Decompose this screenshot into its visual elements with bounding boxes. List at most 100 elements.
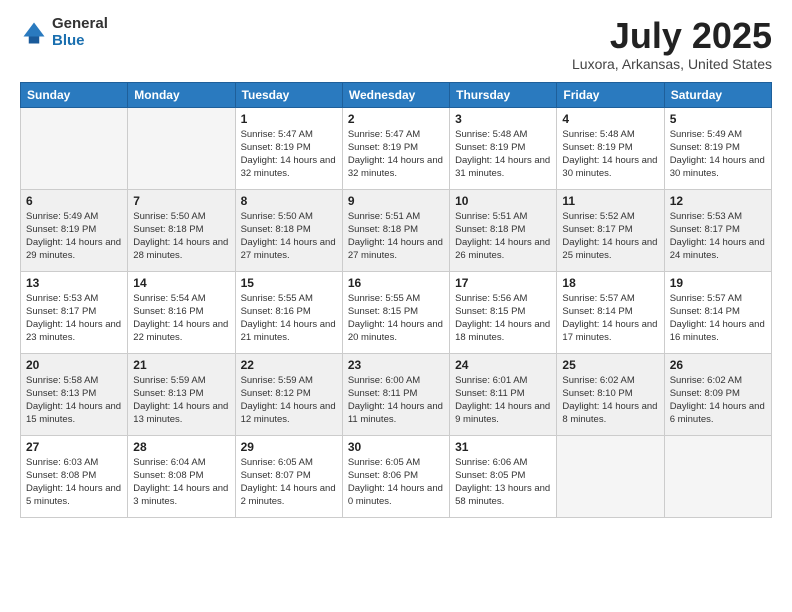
day-info: Sunrise: 6:06 AM Sunset: 8:05 PM Dayligh… [455, 456, 551, 509]
table-row: 10 Sunrise: 5:51 AM Sunset: 8:18 PM Dayli… [450, 189, 557, 271]
table-row: 1Sunrise: 5:47 AM Sunset: 8:19 PM Daylig… [235, 107, 342, 189]
day-info: Sunrise: 5:53 AM Sunset: 8:17 PM Dayligh… [670, 210, 766, 263]
table-row: 16Sunrise: 5:55 AM Sunset: 8:15 PM Dayli… [342, 271, 449, 353]
day-info: Sunrise: 5:52 AM Sunset: 8:17 PM Dayligh… [562, 210, 658, 263]
day-info: Sunrise: 6:02 AM Sunset: 8:10 PM Dayligh… [562, 374, 658, 427]
day-info: Sunrise: 5:59 AM Sunset: 8:12 PM Dayligh… [241, 374, 337, 427]
day-number: 7 [133, 194, 229, 208]
day-number: 12 [670, 194, 766, 208]
col-friday: Friday [557, 82, 664, 107]
col-tuesday: Tuesday [235, 82, 342, 107]
table-row: 17 Sunrise: 5:56 AM Sunset: 8:15 PM Dayli… [450, 271, 557, 353]
table-row: 26 Sunrise: 6:02 AM Sunset: 8:09 PM Dayli… [664, 353, 771, 435]
day-info: Sunrise: 5:58 AM Sunset: 8:13 PM Dayligh… [26, 374, 122, 427]
day-info: Sunrise: 5:53 AM Sunset: 8:17 PM Dayligh… [26, 292, 122, 345]
table-row: 8Sunrise: 5:50 AM Sunset: 8:18 PM Daylig… [235, 189, 342, 271]
calendar-header-row: Sunday Monday Tuesday Wednesday Thursday… [21, 82, 772, 107]
calendar-week-row: 1 Sunrise: 5:47 AM Sunset: 8:19 PM Daylig… [21, 107, 772, 189]
table-row: 11 Sunrise: 5:52 AM Sunset: 8:17 PM Dayli… [557, 189, 664, 271]
day-number: 9 [348, 194, 444, 208]
table-row: 30Sunrise: 6:05 AM Sunset: 8:06 PM Dayli… [342, 435, 449, 517]
day-info: Sunrise: 5:48 AM Sunset: 8:19 PM Dayligh… [455, 128, 551, 181]
table-row: 23Sunrise: 6:00 AM Sunset: 8:11 PM Dayli… [342, 353, 449, 435]
calendar-week-row: 13 Sunrise: 5:53 AM Sunset: 8:17 PM Dayli… [21, 271, 772, 353]
table-row: 14 Sunrise: 5:54 AM Sunset: 8:16 PM Dayli… [128, 271, 235, 353]
calendar-week-row: 6 Sunrise: 5:49 AM Sunset: 8:19 PM Daylig… [21, 189, 772, 271]
day-info: Sunrise: 6:05 AM Sunset: 8:06 PM Dayligh… [348, 456, 444, 509]
day-info: Sunrise: 5:57 AM Sunset: 8:14 PM Dayligh… [562, 292, 658, 345]
day-number: 13 [26, 276, 122, 290]
page: General Blue July 2025 Luxora, Arkansas,… [0, 0, 792, 612]
table-row: 19 Sunrise: 5:57 AM Sunset: 8:14 PM Dayli… [664, 271, 771, 353]
day-number: 26 [670, 358, 766, 372]
day-number: 22 [241, 358, 337, 372]
day-info: Sunrise: 6:05 AM Sunset: 8:07 PM Dayligh… [241, 456, 337, 509]
day-info: Sunrise: 5:47 AM Sunset: 8:19 PM Dayligh… [348, 128, 444, 181]
calendar-table: Sunday Monday Tuesday Wednesday Thursday… [20, 82, 772, 518]
day-info: Sunrise: 6:01 AM Sunset: 8:11 PM Dayligh… [455, 374, 551, 427]
day-info: Sunrise: 5:50 AM Sunset: 8:18 PM Dayligh… [133, 210, 229, 263]
day-number: 14 [133, 276, 229, 290]
day-info: Sunrise: 6:04 AM Sunset: 8:08 PM Dayligh… [133, 456, 229, 509]
day-number: 28 [133, 440, 229, 454]
location: Luxora, Arkansas, United States [572, 56, 772, 72]
logo-blue: Blue [52, 32, 85, 49]
table-row [557, 435, 664, 517]
day-number: 20 [26, 358, 122, 372]
day-number: 15 [241, 276, 337, 290]
day-info: Sunrise: 5:51 AM Sunset: 8:18 PM Dayligh… [348, 210, 444, 263]
logo-text: General Blue [52, 16, 108, 49]
day-number: 27 [26, 440, 122, 454]
table-row [128, 107, 235, 189]
day-info: Sunrise: 5:54 AM Sunset: 8:16 PM Dayligh… [133, 292, 229, 345]
header: General Blue July 2025 Luxora, Arkansas,… [20, 16, 772, 72]
day-number: 29 [241, 440, 337, 454]
day-info: Sunrise: 5:57 AM Sunset: 8:14 PM Dayligh… [670, 292, 766, 345]
day-info: Sunrise: 5:56 AM Sunset: 8:15 PM Dayligh… [455, 292, 551, 345]
table-row: 6 Sunrise: 5:49 AM Sunset: 8:19 PM Daylig… [21, 189, 128, 271]
day-number: 8 [241, 194, 337, 208]
day-info: Sunrise: 5:48 AM Sunset: 8:19 PM Dayligh… [562, 128, 658, 181]
day-info: Sunrise: 5:49 AM Sunset: 8:19 PM Dayligh… [26, 210, 122, 263]
day-info: Sunrise: 5:49 AM Sunset: 8:19 PM Dayligh… [670, 128, 766, 181]
logo: General Blue [20, 16, 108, 49]
table-row: 15 Sunrise: 5:55 AM Sunset: 8:16 PM Dayli… [235, 271, 342, 353]
day-number: 1 [241, 112, 337, 126]
logo-general: General [52, 15, 108, 32]
day-info: Sunrise: 6:03 AM Sunset: 8:08 PM Dayligh… [26, 456, 122, 509]
col-sunday: Sunday [21, 82, 128, 107]
table-row: 29 Sunrise: 6:05 AM Sunset: 8:07 PM Dayli… [235, 435, 342, 517]
day-number: 2 [348, 112, 444, 126]
table-row: 20 Sunrise: 5:58 AM Sunset: 8:13 PM Dayli… [21, 353, 128, 435]
day-info: Sunrise: 6:00 AM Sunset: 8:11 PM Dayligh… [348, 374, 444, 427]
day-info: Sunrise: 5:59 AM Sunset: 8:13 PM Dayligh… [133, 374, 229, 427]
logo-icon [20, 19, 48, 47]
day-info: Sunrise: 5:51 AM Sunset: 8:18 PM Dayligh… [455, 210, 551, 263]
day-number: 25 [562, 358, 658, 372]
table-row: 4Sunrise: 5:48 AM Sunset: 8:19 PM Daylig… [557, 107, 664, 189]
table-row: 9 Sunrise: 5:51 AM Sunset: 8:18 PM Daylig… [342, 189, 449, 271]
col-monday: Monday [128, 82, 235, 107]
calendar-week-row: 20 Sunrise: 5:58 AM Sunset: 8:13 PM Dayli… [21, 353, 772, 435]
day-number: 10 [455, 194, 551, 208]
month-title: July 2025 [572, 16, 772, 56]
day-info: Sunrise: 6:02 AM Sunset: 8:09 PM Dayligh… [670, 374, 766, 427]
table-row: 22 Sunrise: 5:59 AM Sunset: 8:12 PM Dayli… [235, 353, 342, 435]
table-row: 7 Sunrise: 5:50 AM Sunset: 8:18 PM Daylig… [128, 189, 235, 271]
table-row [664, 435, 771, 517]
table-row: 25 Sunrise: 6:02 AM Sunset: 8:10 PM Dayli… [557, 353, 664, 435]
table-row: 21Sunrise: 5:59 AM Sunset: 8:13 PM Dayli… [128, 353, 235, 435]
day-info: Sunrise: 5:55 AM Sunset: 8:16 PM Dayligh… [241, 292, 337, 345]
table-row: 24Sunrise: 6:01 AM Sunset: 8:11 PM Dayli… [450, 353, 557, 435]
day-number: 19 [670, 276, 766, 290]
col-wednesday: Wednesday [342, 82, 449, 107]
day-number: 5 [670, 112, 766, 126]
table-row: 3Sunrise: 5:48 AM Sunset: 8:19 PM Daylig… [450, 107, 557, 189]
day-number: 17 [455, 276, 551, 290]
day-number: 6 [26, 194, 122, 208]
table-row: 12 Sunrise: 5:53 AM Sunset: 8:17 PM Dayli… [664, 189, 771, 271]
col-thursday: Thursday [450, 82, 557, 107]
table-row: 2 Sunrise: 5:47 AM Sunset: 8:19 PM Daylig… [342, 107, 449, 189]
day-number: 11 [562, 194, 658, 208]
table-row: 27 Sunrise: 6:03 AM Sunset: 8:08 PM Dayli… [21, 435, 128, 517]
